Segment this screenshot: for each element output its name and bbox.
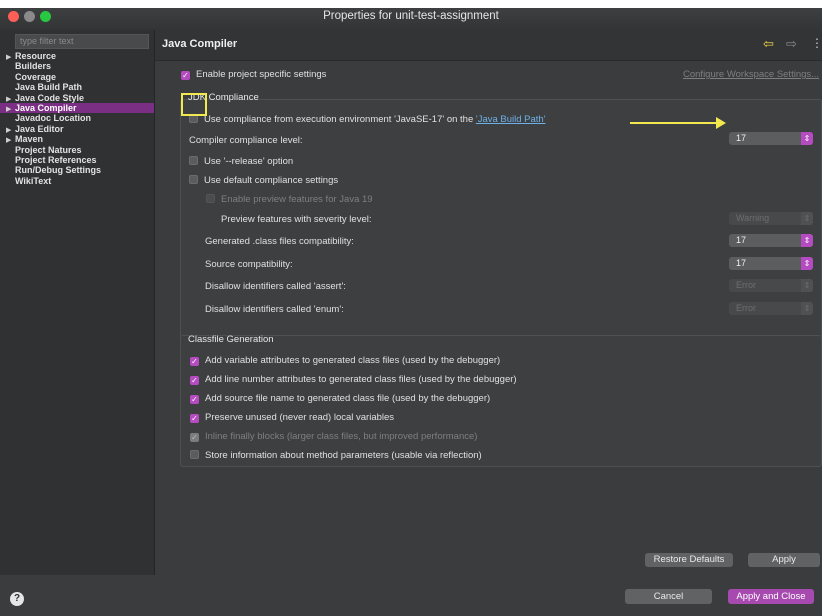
option-preserve-unused-locals[interactable]: ✓ Preserve unused (never read) local vari… bbox=[190, 412, 394, 423]
classfile-generation-label: Classfile Generation bbox=[188, 334, 274, 345]
annotation-arrowhead-icon bbox=[716, 117, 726, 129]
configure-workspace-link[interactable]: Configure Workspace Settings... bbox=[683, 69, 819, 80]
sidebar-item-javadoc-location[interactable]: Javadoc Location bbox=[0, 113, 154, 123]
chevron-up-down-icon: ⇕ bbox=[801, 132, 813, 145]
properties-dialog: Properties for unit-test-assignment type… bbox=[0, 8, 822, 616]
sidebar-item-run-debug-settings[interactable]: Run/Debug Settings bbox=[0, 165, 154, 175]
sidebar-item-java-build-path[interactable]: Java Build Path bbox=[0, 82, 154, 92]
restore-defaults-button[interactable]: Restore Defaults bbox=[645, 553, 733, 567]
filter-input[interactable]: type filter text bbox=[15, 34, 149, 49]
sidebar-item-project-natures[interactable]: Project Natures bbox=[0, 145, 154, 155]
annotation-arrow-icon bbox=[630, 122, 720, 124]
checkbox-unchecked-icon[interactable] bbox=[189, 156, 198, 165]
cancel-button[interactable]: Cancel bbox=[625, 589, 712, 604]
sidebar-item-coverage[interactable]: Coverage bbox=[0, 72, 154, 82]
option-variable-attributes[interactable]: ✓ Add variable attributes to generated cl… bbox=[190, 355, 500, 366]
checkbox-unchecked-icon[interactable] bbox=[189, 175, 198, 184]
kebab-menu-icon[interactable]: ⋮ bbox=[811, 36, 822, 50]
sidebar-item-maven[interactable]: ▶ Maven bbox=[0, 134, 154, 144]
checkbox-checked-icon[interactable]: ✓ bbox=[190, 433, 199, 442]
preview-severity-label: Preview features with severity level: bbox=[221, 214, 372, 225]
option-line-number-attributes[interactable]: ✓ Add line number attributes to generated… bbox=[190, 374, 517, 385]
chevron-up-down-icon: ⇕ bbox=[801, 302, 813, 315]
chevron-up-down-icon: ⇕ bbox=[801, 279, 813, 292]
apply-button[interactable]: Apply bbox=[748, 553, 820, 567]
default-compliance-checkbox[interactable]: Use default compliance settings bbox=[189, 175, 338, 186]
sidebar-item-java-editor[interactable]: ▶ Java Editor bbox=[0, 124, 154, 134]
page-title: Java Compiler bbox=[162, 38, 238, 50]
assert-identifier-label: Disallow identifiers called 'assert': bbox=[205, 281, 346, 292]
enum-identifier-label: Disallow identifiers called 'enum': bbox=[205, 304, 344, 315]
arrow-left-icon[interactable]: ⇦ bbox=[763, 36, 774, 52]
arrow-right-icon[interactable]: ⇨ bbox=[786, 36, 797, 52]
checkbox-checked-icon[interactable]: ✓ bbox=[190, 357, 199, 366]
checkbox-unchecked-icon[interactable] bbox=[206, 194, 215, 203]
sidebar-item-project-references[interactable]: Project References bbox=[0, 155, 154, 165]
sidebar-item-java-compiler[interactable]: ▶ Java Compiler bbox=[0, 102, 154, 114]
chevron-up-down-icon: ⇕ bbox=[801, 212, 813, 225]
use-env-compliance-checkbox[interactable]: Use compliance from execution environmen… bbox=[189, 114, 546, 125]
chevron-up-down-icon: ⇕ bbox=[801, 234, 813, 247]
sidebar-item-builders[interactable]: Builders bbox=[0, 61, 154, 71]
class-compat-select[interactable]: 17 ⇕ bbox=[729, 234, 813, 247]
source-compat-label: Source compatibility: bbox=[205, 259, 293, 270]
enable-preview-checkbox[interactable]: Enable preview features for Java 19 bbox=[206, 194, 373, 205]
compliance-level-select[interactable]: 17 ⇕ bbox=[729, 132, 813, 145]
help-icon[interactable]: ? bbox=[10, 592, 24, 606]
option-method-parameters[interactable]: Store information about method parameter… bbox=[190, 450, 482, 461]
title-bar: Properties for unit-test-assignment bbox=[0, 8, 822, 31]
category-tree: ▶ Resource Builders Coverage Java Build P… bbox=[0, 51, 154, 186]
source-compat-select[interactable]: 17 ⇕ bbox=[729, 257, 813, 270]
window-title: Properties for unit-test-assignment bbox=[323, 10, 499, 22]
sidebar-item-java-code-style[interactable]: ▶ Java Code Style bbox=[0, 93, 154, 103]
checkbox-checked-icon[interactable]: ✓ bbox=[190, 414, 199, 423]
checkbox-checked-icon[interactable]: ✓ bbox=[181, 71, 190, 80]
enum-identifier-select[interactable]: Error ⇕ bbox=[729, 302, 813, 315]
annotation-highlight-box bbox=[181, 93, 207, 116]
option-source-file-name[interactable]: ✓ Add source file name to generated class… bbox=[190, 393, 490, 404]
class-compat-label: Generated .class files compatibility: bbox=[205, 236, 354, 247]
assert-identifier-select[interactable]: Error ⇕ bbox=[729, 279, 813, 292]
compliance-level-label: Compiler compliance level: bbox=[189, 135, 303, 146]
apply-and-close-button[interactable]: Apply and Close bbox=[728, 589, 814, 604]
checkbox-unchecked-icon[interactable] bbox=[190, 450, 199, 459]
sidebar: type filter text ▶ Resource Builders Cove… bbox=[0, 30, 155, 575]
project-specific-checkbox[interactable]: ✓ Enable project specific settings bbox=[181, 69, 326, 80]
option-inline-finally[interactable]: ✓ Inline finally blocks (larger class fil… bbox=[190, 431, 477, 442]
java-build-path-link[interactable]: 'Java Build Path' bbox=[476, 114, 546, 125]
page-header: Java Compiler ⇦ ⇨ ⋮ bbox=[155, 30, 822, 61]
release-option-checkbox[interactable]: Use '--release' option bbox=[189, 156, 293, 167]
chevron-up-down-icon: ⇕ bbox=[801, 257, 813, 270]
checkbox-checked-icon[interactable]: ✓ bbox=[190, 376, 199, 385]
sidebar-item-resource[interactable]: ▶ Resource bbox=[0, 51, 154, 61]
sidebar-item-wikitext[interactable]: WikiText bbox=[0, 176, 154, 186]
checkbox-checked-icon[interactable]: ✓ bbox=[190, 395, 199, 404]
main-panel: Java Compiler ⇦ ⇨ ⋮ ✓ Enable project spec… bbox=[155, 30, 822, 575]
preview-severity-select[interactable]: Warning ⇕ bbox=[729, 212, 813, 225]
